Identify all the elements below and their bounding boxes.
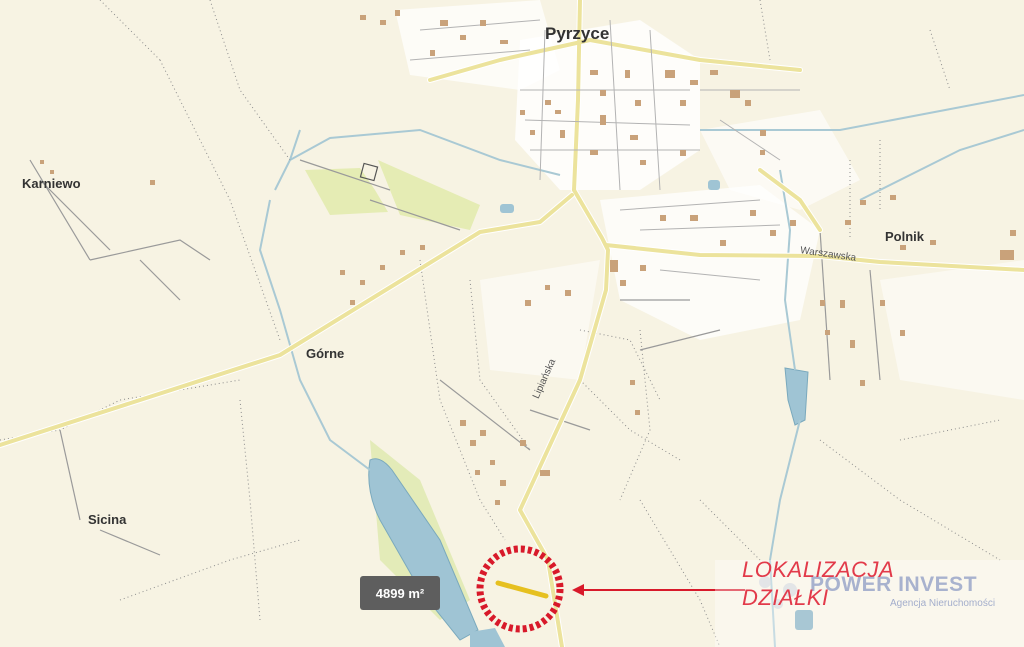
place-label-pyrzyce: Pyrzyce — [545, 24, 610, 43]
map-canvas — [0, 0, 1024, 647]
callout-arrowhead — [572, 584, 584, 596]
place-label-karniewo: Karniewo — [22, 176, 81, 191]
place-label-gorne: Górne — [306, 346, 345, 361]
watermark-tagline: Agencja Nieruchomości — [890, 598, 996, 609]
area-badge: 4899 m² — [360, 576, 440, 610]
callout-line-2: DZIAŁKI — [742, 585, 829, 610]
place-label-sicina: Sicina — [88, 512, 127, 527]
place-label-polnik: Polnik — [885, 229, 925, 244]
callout-line-1: LOKALIZACJA — [742, 557, 895, 582]
location-callout: LOKALIZACJA DZIAŁKI — [742, 556, 894, 612]
map-view[interactable]: Pyrzyce Karniewo Górne Polnik Sicina War… — [0, 0, 1024, 647]
parcel-highlight — [495, 580, 549, 599]
